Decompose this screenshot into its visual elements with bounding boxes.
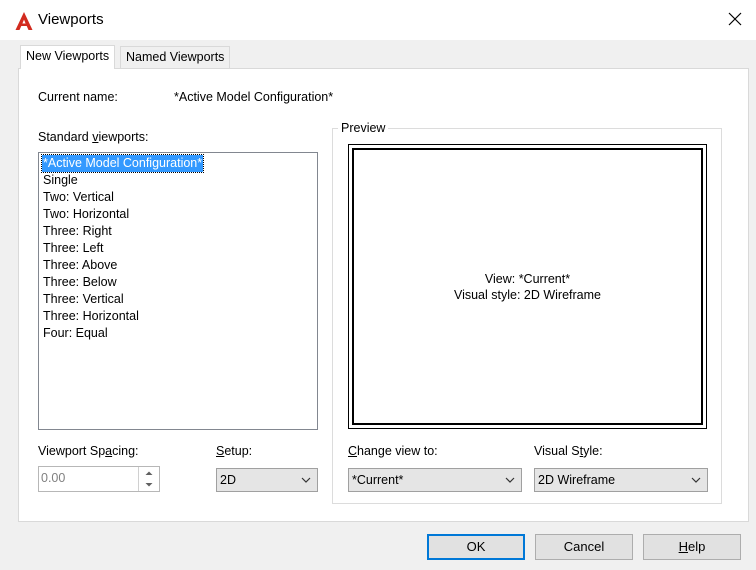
list-item[interactable]: Three: Left: [42, 240, 104, 257]
spin-down-button[interactable]: [139, 479, 159, 491]
standard-viewports-list[interactable]: *Active Model Configuration* Single Two:…: [38, 152, 318, 430]
viewport-spacing-value[interactable]: 0.00: [41, 471, 65, 485]
list-item[interactable]: Three: Right: [42, 223, 113, 240]
list-item[interactable]: Three: Below: [42, 274, 118, 291]
setup-dropdown[interactable]: 2D: [216, 468, 318, 492]
visual-style-value: 2D Wireframe: [538, 473, 616, 487]
tab-named-viewports[interactable]: Named Viewports: [120, 46, 231, 68]
current-name-value: *Active Model Configuration*: [174, 90, 334, 104]
list-item[interactable]: Two: Horizontal: [42, 206, 130, 223]
visual-style-dropdown[interactable]: 2D Wireframe: [534, 468, 708, 492]
visual-style-label: Visual Style:: [534, 444, 603, 458]
preview-style-text: Visual style: 2D Wireframe: [453, 288, 602, 302]
viewport-spacing-label: Viewport Spacing:: [38, 444, 139, 458]
preview-group-title: Preview: [338, 121, 389, 135]
chevron-down-icon: [691, 477, 701, 483]
list-item[interactable]: Three: Vertical: [42, 291, 125, 308]
list-item[interactable]: Three: Horizontal: [42, 308, 140, 325]
window-title: Viewports: [38, 11, 104, 28]
arrow-up-icon: [145, 471, 153, 475]
standard-viewports-label: Standard viewports:: [38, 130, 149, 144]
close-button[interactable]: [724, 8, 746, 30]
title-bar: [0, 0, 756, 40]
preview-text: View: *Current* Visual style: 2D Wirefra…: [348, 271, 707, 303]
spin-up-button[interactable]: [139, 467, 159, 479]
setup-value: 2D: [220, 473, 236, 487]
cancel-button[interactable]: Cancel: [535, 534, 633, 560]
spin-buttons: [138, 467, 159, 491]
ok-button[interactable]: OK: [427, 534, 525, 560]
list-item[interactable]: Three: Above: [42, 257, 118, 274]
chevron-down-icon: [301, 477, 311, 483]
viewport-spacing-stepper[interactable]: 0.00: [38, 466, 160, 492]
setup-label: Setup:: [216, 444, 253, 458]
list-item[interactable]: *Active Model Configuration*: [40, 154, 205, 173]
list-item[interactable]: Single: [42, 172, 79, 189]
change-view-dropdown[interactable]: *Current*: [348, 468, 522, 492]
list-item[interactable]: Two: Vertical: [42, 189, 115, 206]
autocad-logo-icon: [15, 12, 33, 30]
preview-view-text: View: *Current*: [484, 272, 571, 286]
chevron-down-icon: [505, 477, 515, 483]
tab-new-viewports[interactable]: New Viewports: [20, 45, 116, 69]
list-item[interactable]: Four: Equal: [42, 325, 109, 342]
arrow-down-icon: [145, 483, 153, 487]
close-icon: [728, 12, 742, 26]
change-view-label: Change view to:: [348, 444, 438, 458]
current-name-label: Current name:: [38, 90, 118, 104]
help-button[interactable]: Help: [643, 534, 741, 560]
change-view-value: *Current*: [352, 473, 404, 487]
